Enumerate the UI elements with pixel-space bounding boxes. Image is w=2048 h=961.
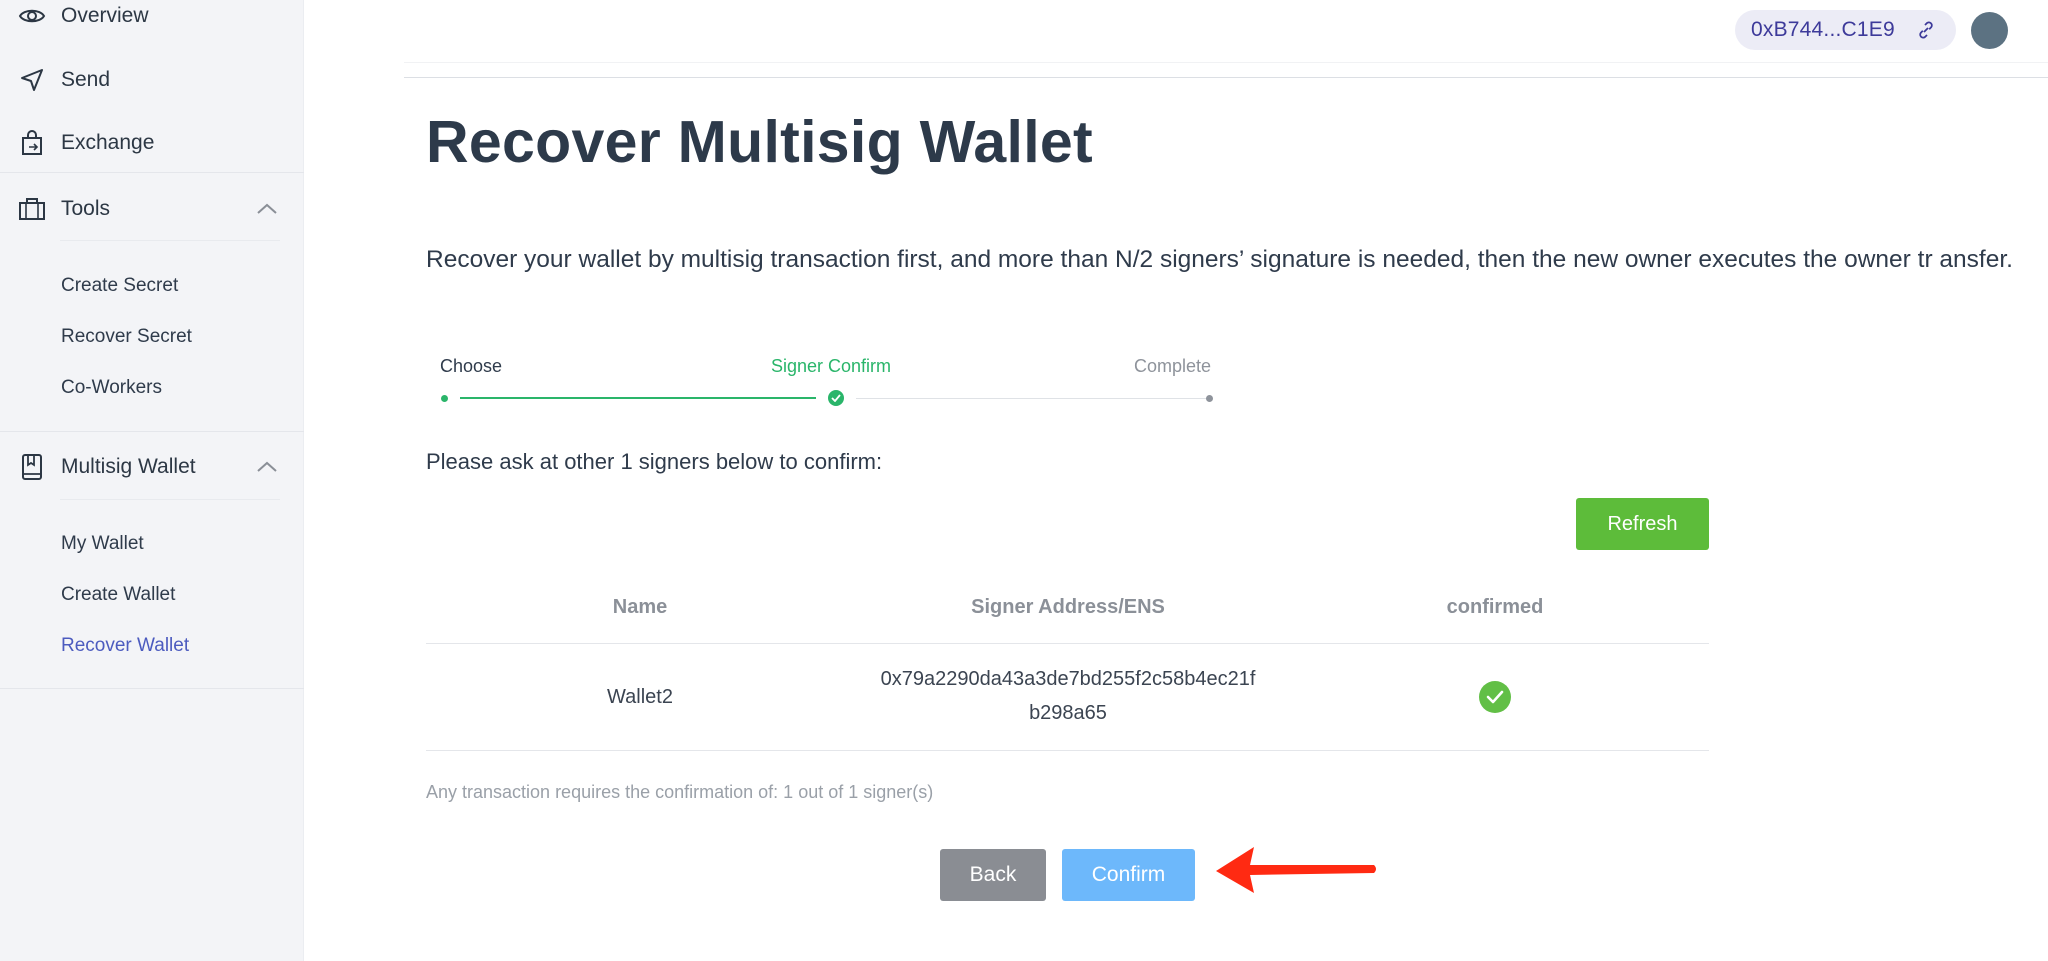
back-button[interactable]: Back bbox=[940, 849, 1046, 901]
step-remaining-line bbox=[856, 398, 1208, 399]
step-label-choose: Choose bbox=[440, 356, 503, 376]
annotation-arrow-icon bbox=[1216, 847, 1376, 893]
chevron-up-icon[interactable] bbox=[254, 454, 280, 480]
sidebar-item-send[interactable]: Send bbox=[0, 54, 304, 106]
chevron-up-icon[interactable] bbox=[254, 196, 280, 222]
sidebar-subitem-my-wallet[interactable]: My Wallet bbox=[61, 533, 144, 555]
sidebar-item-label: Multisig Wallet bbox=[61, 455, 196, 478]
refresh-button[interactable]: Refresh bbox=[1576, 498, 1709, 550]
page-description: Recover your wallet by multisig transact… bbox=[426, 246, 2013, 273]
signer-address-line1: 0x79a2290da43a3de7bd255f2c58b4ec21f bbox=[880, 668, 1256, 690]
signer-name: Wallet2 bbox=[607, 686, 673, 708]
sidebar-item-tools[interactable]: Tools bbox=[0, 183, 304, 235]
table-header-address: Signer Address/ENS bbox=[971, 596, 1165, 618]
step-label-complete: Complete bbox=[1134, 356, 1212, 376]
divider bbox=[60, 240, 280, 241]
table-header-name: Name bbox=[612, 596, 668, 618]
sidebar-item-label: Overview bbox=[61, 4, 149, 27]
sidebar-subitem-recover-secret[interactable]: Recover Secret bbox=[61, 326, 192, 348]
sidebar-item-label: Tools bbox=[61, 197, 111, 220]
sidebar-item-label: Exchange bbox=[61, 131, 155, 154]
step-dot-choose bbox=[441, 395, 448, 402]
step-dot-complete bbox=[1206, 395, 1213, 402]
eye-icon bbox=[17, 1, 47, 31]
divider bbox=[0, 431, 304, 432]
page-title: Recover Multisig Wallet bbox=[426, 109, 1093, 175]
confirmation-requirement-note: Any transaction requires the confirmatio… bbox=[426, 782, 934, 802]
exchange-bag-icon bbox=[17, 128, 47, 158]
sidebar-subitem-create-secret[interactable]: Create Secret bbox=[61, 275, 178, 297]
divider bbox=[60, 499, 280, 500]
header-divider bbox=[404, 62, 2048, 63]
table-divider bbox=[426, 643, 1709, 644]
sidebar-item-overview[interactable]: Overview bbox=[0, 0, 304, 42]
sidebar-subitem-create-wallet[interactable]: Create Wallet bbox=[61, 584, 175, 606]
toolbox-icon bbox=[17, 194, 47, 224]
confirmed-check-icon bbox=[1479, 681, 1511, 713]
divider bbox=[0, 688, 304, 689]
wallet-book-icon bbox=[17, 452, 47, 482]
signer-address-line2: b298a65 bbox=[1029, 702, 1107, 724]
sidebar-subitem-co-workers[interactable]: Co-Workers bbox=[61, 377, 162, 399]
table-divider bbox=[426, 750, 1709, 751]
wallet-address: 0xB744...C1E9 bbox=[1751, 18, 1895, 41]
wallet-address-pill[interactable]: 0xB744...C1E9 bbox=[1735, 10, 1956, 50]
sidebar-item-label: Send bbox=[61, 68, 111, 91]
sidebar-subitem-recover-wallet[interactable]: Recover Wallet bbox=[61, 635, 189, 657]
confirm-button[interactable]: Confirm bbox=[1062, 849, 1195, 901]
divider bbox=[0, 172, 304, 173]
header-divider bbox=[404, 77, 2048, 78]
link-icon[interactable] bbox=[1916, 20, 1936, 40]
step-label-signer-confirm: Signer Confirm bbox=[771, 356, 892, 376]
sidebar-item-exchange[interactable]: Exchange bbox=[0, 117, 304, 169]
avatar[interactable] bbox=[1971, 12, 2008, 49]
sidebar-item-multisig-wallet[interactable]: Multisig Wallet bbox=[0, 441, 304, 493]
sidebar: Overview Send Exchange Tools Create Secr… bbox=[0, 0, 304, 961]
step-check-icon bbox=[828, 390, 844, 406]
send-icon bbox=[17, 65, 47, 95]
signers-instruction: Please ask at other 1 signers below to c… bbox=[426, 449, 883, 474]
table-header-confirmed: confirmed bbox=[1446, 596, 1544, 618]
step-progress-line bbox=[460, 397, 816, 399]
